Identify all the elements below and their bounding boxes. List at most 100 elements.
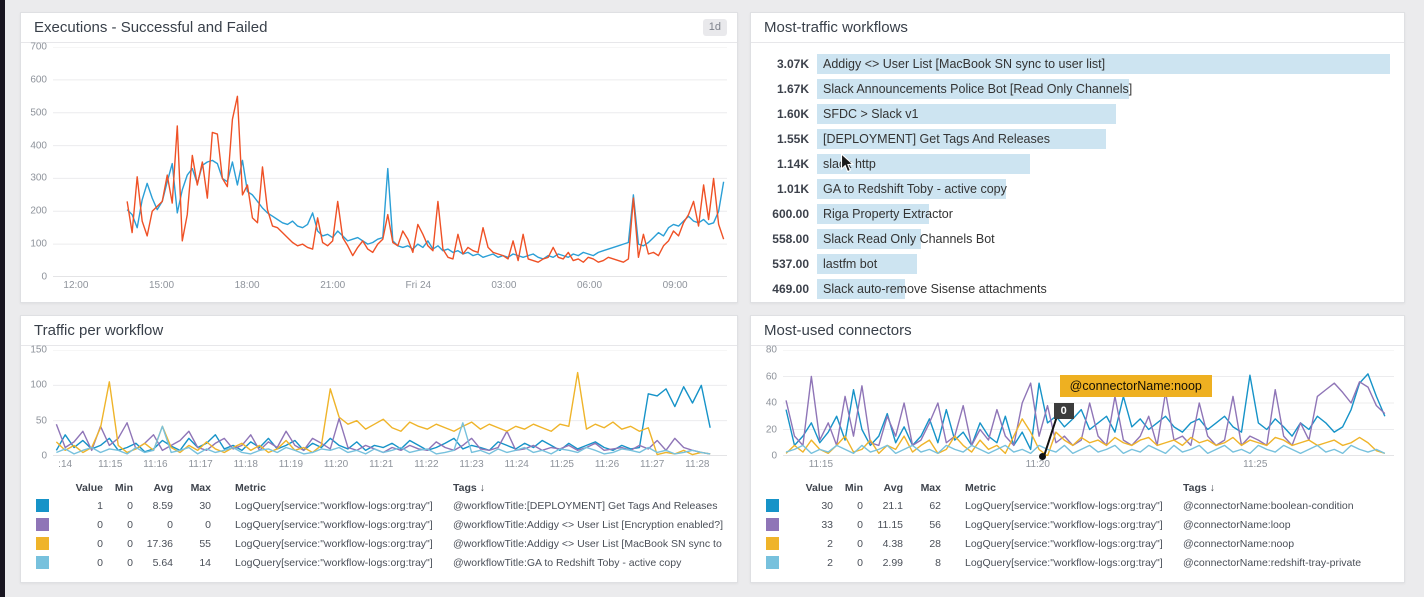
legend-cell: 0 (103, 557, 133, 569)
toplist-value: 1.67K (761, 82, 809, 96)
toplist-row[interactable]: 558.00Slack Read Only Channels Bot (761, 226, 1390, 251)
series-color-swatch (766, 537, 779, 550)
toplist-label: lastfm bot (823, 257, 877, 271)
panel-most-used-connectors: Most-used connectors 020406080 0 @connec… (750, 315, 1405, 583)
legend-cell: @workflowTitle:GA to Redshift Toby - act… (441, 557, 725, 569)
legend-header-row: ValueMinAvgMaxMetricTags ↓ (27, 480, 725, 496)
legend-cell: 5.64 (133, 557, 173, 569)
legend-row[interactable]: 204.3828LogQuery[service:"workflow-logs:… (757, 534, 1392, 553)
legend-header-cell: Tags ↓ (441, 482, 725, 494)
legend-cell: 17.36 (133, 538, 173, 550)
connectors-x-axis: 11:1511:2011:25 (783, 456, 1394, 472)
panel-title-connectors: Most-used connectors (764, 322, 912, 339)
legend-cell: @connectorName:redshift-tray-private (1171, 557, 1392, 569)
connectors-chart[interactable]: 020406080 0 @connectorName:noop 11:1511:… (751, 346, 1404, 472)
y-tick-label: 100 (30, 380, 47, 391)
legend-header-cell: Max (173, 482, 211, 494)
legend-swatch (757, 499, 787, 512)
panel-connectors-header: Most-used connectors (751, 316, 1404, 346)
legend-cell: 4.38 (863, 538, 903, 550)
toplist-label: Slack Read Only Channels Bot (823, 232, 995, 246)
x-tick-label: Fri 24 (406, 280, 432, 291)
legend-row[interactable]: 005.6414LogQuery[service:"workflow-logs:… (27, 553, 725, 572)
legend-cell: 0 (103, 500, 133, 512)
sidebar-edge (0, 0, 5, 597)
legend-header-cell: Max (903, 482, 941, 494)
legend-header-cell: Metric (211, 482, 441, 494)
legend-row[interactable]: 33011.1556LogQuery[service:"workflow-log… (757, 515, 1392, 534)
toplist-row[interactable]: 1.01KGA to Redshift Toby - active copy (761, 176, 1390, 201)
toplist-row[interactable]: 469.00Slack auto-remove Sisense attachme… (761, 276, 1390, 301)
toplist-value: 537.00 (761, 257, 809, 271)
y-tick-label: 300 (30, 173, 47, 184)
series-color-swatch (36, 537, 49, 550)
toplist-row[interactable]: 537.00 lastfm bot (761, 251, 1390, 276)
legend-cell: 2 (787, 557, 833, 569)
toplist-track: Slack auto-remove Sisense attachments (817, 279, 1390, 299)
legend-cell: 0 (57, 538, 103, 550)
toplist-label: Riga Property Extractor (823, 207, 953, 221)
x-tick-label: 11:18 (234, 459, 258, 470)
tooltip-marker-dot (1039, 453, 1046, 460)
legend-row[interactable]: 30021.162LogQuery[service:"workflow-logs… (757, 496, 1392, 515)
y-tick-label: 50 (36, 415, 47, 426)
legend-cell: 0 (57, 557, 103, 569)
traffic-chart[interactable]: 050100150 :1411:1511:1611:1711:1811:1911… (21, 346, 737, 472)
legend-cell: 8 (903, 557, 941, 569)
legend-cell: 62 (903, 500, 941, 512)
legend-cell: 11.15 (863, 519, 903, 531)
x-tick-label: 06:00 (577, 280, 602, 291)
legend-row[interactable]: 0000LogQuery[service:"workflow-logs:org:… (27, 515, 725, 534)
panel-most-traffic: Most-traffic workflows 3.07KAddigy <> Us… (750, 12, 1405, 303)
legend-cell: LogQuery[service:"workflow-logs:org:tray… (941, 500, 1171, 512)
traffic-plot-area[interactable] (53, 350, 727, 456)
legend-cell: @connectorName:boolean-condition (1171, 500, 1392, 512)
legend-swatch (757, 518, 787, 531)
toplist-track: Riga Property Extractor (817, 204, 1390, 224)
toplist-value: 1.60K (761, 107, 809, 121)
toplist-row[interactable]: 3.07KAddigy <> User List [MacBook SN syn… (761, 51, 1390, 76)
legend-cell: 1 (57, 500, 103, 512)
x-tick-label: 11:20 (1026, 459, 1050, 470)
y-tick-label: 500 (30, 107, 47, 118)
x-tick-label: 11:28 (685, 459, 709, 470)
x-tick-label: 15:00 (149, 280, 174, 291)
legend-row[interactable]: 0017.3655LogQuery[service:"workflow-logs… (27, 534, 725, 553)
executions-chart[interactable]: 0100200300400500600700 12:0015:0018:0021… (21, 43, 737, 293)
toplist-row[interactable]: 1.67KSlack Announcements Police Bot [Rea… (761, 76, 1390, 101)
y-tick-label: 400 (30, 140, 47, 151)
y-tick-label: 600 (30, 74, 47, 85)
legend-row[interactable]: 202.998LogQuery[service:"workflow-logs:o… (757, 553, 1392, 572)
traffic-legend-table: ValueMinAvgMaxMetricTags ↓108.5930LogQue… (27, 480, 725, 572)
y-tick-label: 150 (30, 345, 47, 356)
y-tick-label: 200 (30, 206, 47, 217)
executions-plot-area[interactable] (53, 47, 727, 277)
toplist-label: [DEPLOYMENT] Get Tags And Releases (823, 132, 1050, 146)
connectors-plot-area[interactable]: 0 @connectorName:noop (783, 350, 1394, 456)
x-tick-label: 18:00 (235, 280, 260, 291)
legend-cell: @workflowTitle:Addigy <> User List [Encr… (441, 519, 725, 531)
toplist-row[interactable]: 600.00Riga Property Extractor (761, 201, 1390, 226)
legend-cell: 0 (833, 500, 863, 512)
x-tick-label: 09:00 (663, 280, 688, 291)
legend-cell: LogQuery[service:"workflow-logs:org:tray… (211, 519, 441, 531)
x-tick-label: :14 (58, 459, 72, 470)
executions-x-axis: 12:0015:0018:0021:00Fri 2403:0006:0009:0… (53, 277, 727, 293)
legend-header-cell: Metric (941, 482, 1171, 494)
legend-header-cell: Tags ↓ (1171, 482, 1392, 494)
legend-cell: 0 (133, 519, 173, 531)
toplist-row[interactable]: 1.60K SFDC > Slack v1 (761, 101, 1390, 126)
legend-cell: 0 (833, 557, 863, 569)
toplist-track: lastfm bot (817, 254, 1390, 274)
x-tick-label: 11:17 (188, 459, 212, 470)
legend-cell: @workflowTitle:Addigy <> User List [MacB… (441, 538, 725, 550)
toplist-track: Slack Read Only Channels Bot (817, 229, 1390, 249)
y-tick-label: 40 (766, 398, 777, 409)
legend-row[interactable]: 108.5930LogQuery[service:"workflow-logs:… (27, 496, 725, 515)
toplist-row[interactable]: 1.55K[DEPLOYMENT] Get Tags And Releases (761, 126, 1390, 151)
toplist-row[interactable]: 1.14Kslack http (761, 151, 1390, 176)
panel-traffic-header: Traffic per workflow (21, 316, 737, 346)
timeframe-badge: 1d (703, 19, 727, 36)
toplist-label: SFDC > Slack v1 (823, 107, 919, 121)
series-color-swatch (766, 518, 779, 531)
